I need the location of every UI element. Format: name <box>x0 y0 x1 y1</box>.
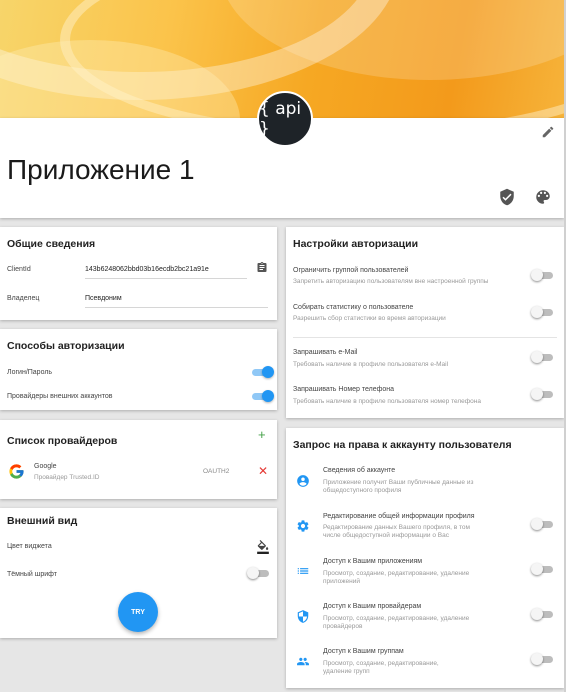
perm-profile-toggle[interactable] <box>531 518 553 530</box>
perm-account-desc1: Приложение получит Ваши публичные данные… <box>323 479 474 486</box>
request-email-toggle[interactable] <box>531 351 553 363</box>
perm-profile-title: Редактирование общей информации профиля <box>323 513 475 520</box>
perm-apps-toggle[interactable] <box>531 563 553 575</box>
owner-value[interactable]: Псевдоним <box>85 295 122 302</box>
request-phone-title: Запрашивать Номер телефона <box>293 386 395 393</box>
shield-icon <box>297 610 309 623</box>
auth-methods-card: Способы авторизации Логин/Пароль Провайд… <box>0 329 277 410</box>
restrict-group-title: Ограничить группой пользователей <box>293 267 409 274</box>
page-title: Приложение 1 <box>7 154 195 185</box>
gear-icon <box>297 520 309 532</box>
request-email-desc: Требовать наличие в профиле пользователя… <box>293 361 449 368</box>
list-icon <box>297 568 309 574</box>
perm-groups-desc2: удаление групп <box>323 668 370 675</box>
account-circle-icon <box>297 475 309 487</box>
external-providers-label: Провайдеры внешних аккаунтов <box>7 393 113 400</box>
provider-subtitle: Провайдер Trusted.ID <box>34 474 100 481</box>
collect-stats-title: Собирать статистику о пользователе <box>293 304 414 311</box>
color-fill-icon[interactable] <box>256 540 270 554</box>
perm-providers-desc2: провайдеров <box>323 623 363 630</box>
perm-groups-toggle[interactable] <box>531 653 553 665</box>
perm-profile-desc2: числе общедоступной информации о Вас <box>323 532 449 539</box>
general-info-title: Общие сведения <box>7 238 96 250</box>
request-email-title: Запрашивать e-Mail <box>293 349 358 356</box>
collect-stats-toggle[interactable] <box>531 306 553 318</box>
provider-type: OAUTH2 <box>203 468 230 475</box>
general-info-card: Общие сведения ClientId 143b6248062bbd03… <box>0 227 277 320</box>
app-logo: { api } <box>257 91 313 147</box>
perm-account-desc2: общедоступного профиля <box>323 487 402 494</box>
perm-providers-desc1: Просмотр, создание, редактирование, удал… <box>323 615 470 622</box>
permissions-title: Запрос на права к аккаунту пользователя <box>293 439 512 451</box>
provider-name: Google <box>34 463 57 470</box>
request-phone-desc: Требовать наличие в профиле пользователя… <box>293 398 481 405</box>
appearance-title: Внешний вид <box>7 515 78 527</box>
collect-stats-desc: Разрешить сбор статистики во время автор… <box>293 315 446 322</box>
dark-font-toggle[interactable] <box>247 567 269 579</box>
perm-apps-desc2: приложений <box>323 578 360 585</box>
add-provider-icon[interactable]: + <box>258 427 266 442</box>
login-password-toggle[interactable] <box>250 366 274 378</box>
providers-card: Список провайдеров + Google Провайдер Tr… <box>0 420 277 499</box>
auth-settings-card: Настройки авторизации Ограничить группой… <box>286 227 564 418</box>
group-icon <box>297 657 309 666</box>
perm-profile-desc1: Редактирование данных Вашего профиля, в … <box>323 524 470 531</box>
perm-groups-desc1: Просмотр, создание, редактирование, <box>323 660 439 667</box>
dark-font-label: Тёмный шрифт <box>7 571 57 578</box>
auth-methods-title: Способы авторизации <box>7 340 125 352</box>
perm-apps-desc1: Просмотр, создание, редактирование, удал… <box>323 570 470 577</box>
auth-settings-title: Настройки авторизации <box>293 238 419 250</box>
perm-groups-title: Доступ к Вашим группам <box>323 648 404 655</box>
palette-icon[interactable] <box>534 188 552 206</box>
try-button[interactable]: TRY <box>118 592 158 632</box>
login-password-label: Логин/Пароль <box>7 369 53 376</box>
external-providers-toggle[interactable] <box>250 390 274 402</box>
widget-color-label: Цвет виджета <box>7 543 52 550</box>
remove-provider-icon[interactable]: ✕ <box>258 464 268 478</box>
perm-account-title: Сведения об аккаунте <box>323 467 396 474</box>
perm-apps-title: Доступ к Вашим приложениям <box>323 558 423 565</box>
shield-check-icon[interactable] <box>498 187 516 207</box>
clipboard-icon[interactable] <box>256 261 268 274</box>
client-id-value[interactable]: 143b6248062bbd03b16ecdb2bc21a91e <box>85 266 209 273</box>
edit-icon[interactable] <box>541 125 555 139</box>
client-id-label: ClientId <box>7 266 31 273</box>
restrict-group-desc: Запретить авторизацию пользователям вне … <box>293 278 489 285</box>
request-phone-toggle[interactable] <box>531 388 553 400</box>
restrict-group-toggle[interactable] <box>531 269 553 281</box>
google-logo-icon <box>9 464 24 479</box>
permissions-card: Запрос на права к аккаунту пользователя … <box>286 428 564 688</box>
perm-providers-title: Доступ к Вашим провайдерам <box>323 603 422 610</box>
providers-title: Список провайдеров <box>7 435 118 447</box>
perm-providers-toggle[interactable] <box>531 608 553 620</box>
owner-label: Владелец <box>7 295 40 302</box>
